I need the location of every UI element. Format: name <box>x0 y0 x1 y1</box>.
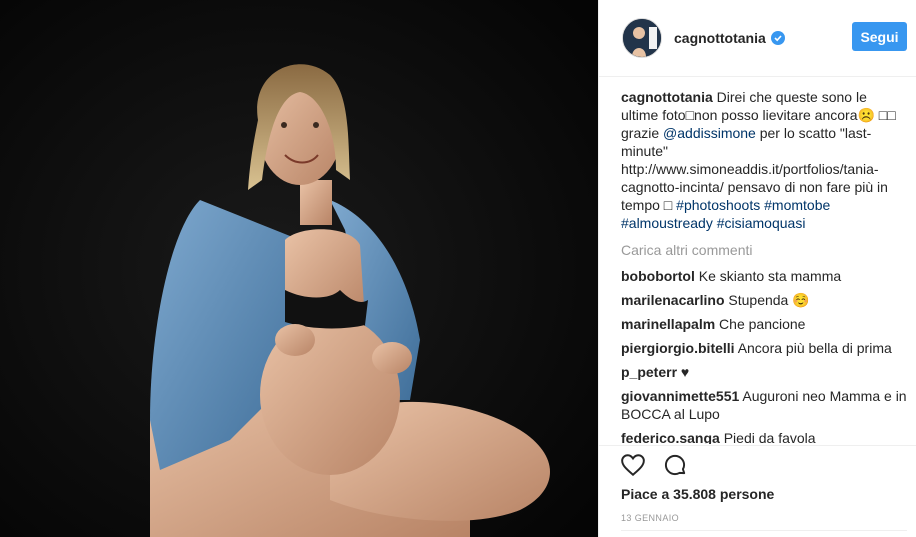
divider <box>621 530 907 531</box>
follow-button[interactable]: Segui <box>852 22 907 51</box>
action-icons <box>620 452 688 478</box>
post-date: 13 GENNAIO <box>621 513 680 523</box>
instagram-post-modal: cagnottotania Segui cagnottotania Direi … <box>0 0 916 537</box>
comment-username[interactable]: marilenacarlino <box>621 292 725 308</box>
header-username[interactable]: cagnottotania <box>674 30 766 46</box>
comment-bubble-icon[interactable] <box>662 452 688 478</box>
heart-icon[interactable] <box>620 452 646 478</box>
comment-text: ♥ <box>680 364 690 380</box>
caption: cagnottotania Direi che queste sono le u… <box>621 88 907 232</box>
comment-item: piergiorgio.bitelli Ancora più bella di … <box>621 339 907 357</box>
post-actions: Piace a 35.808 persone 13 GENNAIO <box>599 445 916 537</box>
caption-username[interactable]: cagnottotania <box>621 89 713 105</box>
avatar[interactable] <box>622 18 662 58</box>
comment-username[interactable]: federico.sanga <box>621 430 720 444</box>
header-user: cagnottotania <box>674 30 785 46</box>
comment-username[interactable]: bobobortol <box>621 268 695 284</box>
comment-text: Ke skianto sta mamma <box>698 268 842 284</box>
comment-item: giovannimette551 Auguroni neo Mamma e in… <box>621 387 907 423</box>
comment-item: marilenacarlino Stupenda ☺️ <box>621 291 907 309</box>
hashtag-link[interactable]: #almoustready <box>621 215 713 231</box>
comment-text: Che pancione <box>719 316 806 332</box>
comment-text: Stupenda ☺️ <box>728 292 810 308</box>
comment-text: Piedi da favola <box>723 430 816 444</box>
post-header: cagnottotania Segui <box>599 0 916 77</box>
likes-count[interactable]: Piace a 35.808 persone <box>621 486 774 502</box>
comment-item: marinellapalm Che pancione <box>621 315 907 333</box>
post-photo[interactable] <box>0 0 598 537</box>
avatar-image <box>623 19 661 57</box>
comment-item: p_peterr ♥ <box>621 363 907 381</box>
comment-text: Ancora più bella di prima <box>737 340 892 356</box>
photo-illustration <box>0 0 598 537</box>
hashtag-link[interactable]: #photoshoots <box>676 197 760 213</box>
caption-mention-link[interactable]: @addissimone <box>663 125 756 141</box>
comments-list[interactable]: cagnottotania Direi che queste sono le u… <box>621 88 907 444</box>
comment-item: bobobortol Ke skianto sta mamma <box>621 267 907 285</box>
post-side-panel: cagnottotania Segui cagnottotania Direi … <box>598 0 916 537</box>
comment-username[interactable]: piergiorgio.bitelli <box>621 340 735 356</box>
hashtag-link[interactable]: #momtobe <box>764 197 830 213</box>
load-more-comments-link[interactable]: Carica altri commenti <box>621 241 907 259</box>
comment-username[interactable]: marinellapalm <box>621 316 715 332</box>
comment-username[interactable]: giovannimette551 <box>621 388 739 404</box>
verified-badge-icon <box>770 31 785 45</box>
comment-item: federico.sanga Piedi da favola <box>621 429 907 444</box>
comment-username[interactable]: p_peterr <box>621 364 677 380</box>
hashtag-link[interactable]: #cisiamoquasi <box>717 215 806 231</box>
